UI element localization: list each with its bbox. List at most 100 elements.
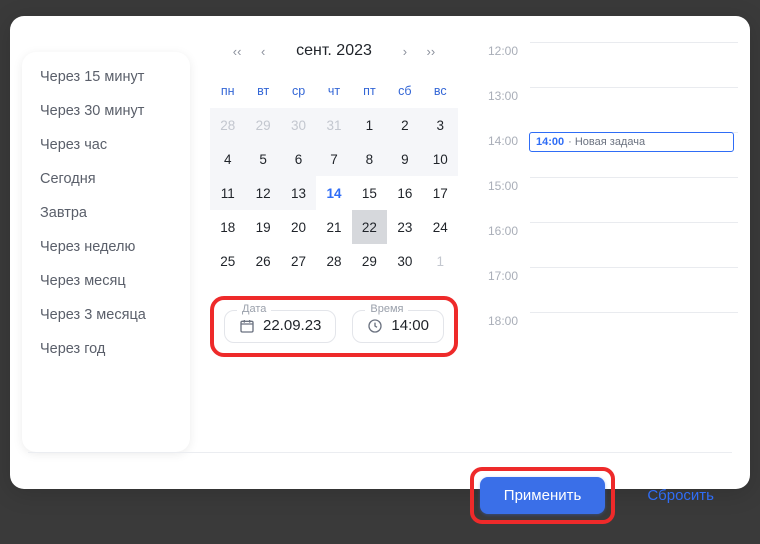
calendar-weekday: пн <box>210 76 245 108</box>
timeline-hour-label: 12:00 <box>478 42 530 58</box>
calendar-day[interactable]: 16 <box>387 176 422 210</box>
calendar-weekday: ср <box>281 76 316 108</box>
timeline-hour-label: 15:00 <box>478 177 530 193</box>
calendar-day[interactable]: 24 <box>423 210 458 244</box>
timeline-row: 17:00 <box>478 267 738 312</box>
calendar-day[interactable]: 19 <box>245 210 280 244</box>
calendar-day[interactable]: 7 <box>316 142 351 176</box>
modal-footer: Применить Сбросить <box>10 453 750 544</box>
calendar-day[interactable]: 28 <box>210 108 245 142</box>
time-field-value: 14:00 <box>391 317 429 334</box>
apply-button-highlight: Применить <box>470 467 616 524</box>
calendar-day[interactable]: 17 <box>423 176 458 210</box>
timeline-hour-label: 17:00 <box>478 267 530 283</box>
calendar-day[interactable]: 29 <box>245 108 280 142</box>
timeline-slot[interactable] <box>530 87 738 132</box>
prev-year-icon[interactable]: ‹‹ <box>226 40 248 62</box>
timeline: 12:0013:0014:0014:00· Новая задача15:001… <box>478 28 738 452</box>
calendar-day[interactable]: 9 <box>387 142 422 176</box>
calendar-day[interactable]: 5 <box>245 142 280 176</box>
calendar-grid: пнвтсрчтптсбвс28293031123456789101112131… <box>210 76 458 278</box>
calendar-day[interactable]: 18 <box>210 210 245 244</box>
timeline-row: 12:00 <box>478 42 738 87</box>
calendar-day[interactable]: 27 <box>281 244 316 278</box>
timeline-row: 14:00 14:00 · Новая задача <box>478 132 738 177</box>
calendar-day[interactable]: 30 <box>387 244 422 278</box>
calendar-day[interactable]: 26 <box>245 244 280 278</box>
calendar-header: ‹‹ ‹ сент. 2023 › ›› <box>210 40 458 62</box>
preset-item[interactable]: Через год <box>22 332 190 366</box>
preset-item[interactable]: Через час <box>22 128 190 162</box>
timeline-event-time: 14:00 <box>536 136 564 148</box>
timeline-hour-label: 13:00 <box>478 87 530 103</box>
calendar-day[interactable]: 13 <box>281 176 316 210</box>
timeline-hour-label: 16:00 <box>478 222 530 238</box>
timeline-slot[interactable] <box>530 177 738 222</box>
reset-button[interactable]: Сбросить <box>647 487 714 504</box>
modal-content: Через 15 минут Через 30 минут Через час … <box>10 16 750 452</box>
calendar-weekday: вт <box>245 76 280 108</box>
timeline-row: 13:00 <box>478 87 738 132</box>
calendar-day[interactable]: 6 <box>281 142 316 176</box>
time-field-label: Время <box>365 303 408 315</box>
timeline-slot[interactable] <box>530 267 738 312</box>
calendar-weekday: сб <box>387 76 422 108</box>
calendar-day[interactable]: 15 <box>352 176 387 210</box>
calendar-day[interactable]: 31 <box>316 108 351 142</box>
preset-item[interactable]: Через 30 минут <box>22 94 190 128</box>
date-time-picker-modal: Через 15 минут Через 30 минут Через час … <box>10 16 750 489</box>
calendar-day[interactable]: 1 <box>423 244 458 278</box>
calendar-day[interactable]: 23 <box>387 210 422 244</box>
calendar-day[interactable]: 1 <box>352 108 387 142</box>
date-field[interactable]: Дата 22.09.23 <box>224 310 336 343</box>
calendar: ‹‹ ‹ сент. 2023 › ›› пнвтсрчтптсбвс28293… <box>210 28 458 452</box>
timeline-row: 16:00 <box>478 222 738 267</box>
timeline-hour-label: 18:00 <box>478 312 530 328</box>
calendar-icon <box>239 318 255 334</box>
timeline-row: 18:00 <box>478 312 738 357</box>
calendar-day[interactable]: 20 <box>281 210 316 244</box>
preset-item[interactable]: Завтра <box>22 196 190 230</box>
calendar-day[interactable]: 11 <box>210 176 245 210</box>
timeline-slot[interactable] <box>530 42 738 87</box>
next-month-icon[interactable]: › <box>394 40 416 62</box>
calendar-weekday: чт <box>316 76 351 108</box>
date-field-label: Дата <box>237 303 271 315</box>
time-field[interactable]: Время 14:00 <box>352 310 444 343</box>
timeline-event-title: · Новая задача <box>568 136 645 148</box>
calendar-day[interactable]: 4 <box>210 142 245 176</box>
date-time-fields-highlight: Дата 22.09.23 Время 14:00 <box>210 296 458 357</box>
calendar-day[interactable]: 25 <box>210 244 245 278</box>
calendar-day[interactable]: 8 <box>352 142 387 176</box>
calendar-weekday: вс <box>423 76 458 108</box>
calendar-day[interactable]: 21 <box>316 210 351 244</box>
calendar-day[interactable]: 10 <box>423 142 458 176</box>
calendar-day[interactable]: 22 <box>352 210 387 244</box>
calendar-day[interactable]: 14 <box>316 176 351 210</box>
prev-month-icon[interactable]: ‹ <box>252 40 274 62</box>
clock-icon <box>367 318 383 334</box>
timeline-event[interactable]: 14:00 · Новая задача <box>529 132 734 152</box>
next-year-icon[interactable]: ›› <box>420 40 442 62</box>
timeline-slot[interactable] <box>530 312 738 357</box>
calendar-day[interactable]: 28 <box>316 244 351 278</box>
calendar-day[interactable]: 12 <box>245 176 280 210</box>
calendar-weekday: пт <box>352 76 387 108</box>
timeline-hour-label: 14:00 <box>478 132 530 148</box>
date-field-value: 22.09.23 <box>263 317 321 334</box>
preset-item[interactable]: Через 3 месяца <box>22 298 190 332</box>
timeline-row: 15:00 <box>478 177 738 222</box>
preset-list: Через 15 минут Через 30 минут Через час … <box>22 52 190 452</box>
preset-item[interactable]: Через неделю <box>22 230 190 264</box>
timeline-slot[interactable]: 14:00 · Новая задача <box>530 132 738 177</box>
preset-item[interactable]: Сегодня <box>22 162 190 196</box>
timeline-slot[interactable] <box>530 222 738 267</box>
preset-item[interactable]: Через месяц <box>22 264 190 298</box>
calendar-title: сент. 2023 <box>296 42 372 60</box>
preset-item[interactable]: Через 15 минут <box>22 60 190 94</box>
calendar-day[interactable]: 29 <box>352 244 387 278</box>
calendar-day[interactable]: 2 <box>387 108 422 142</box>
calendar-day[interactable]: 3 <box>423 108 458 142</box>
apply-button[interactable]: Применить <box>480 477 606 514</box>
calendar-day[interactable]: 30 <box>281 108 316 142</box>
